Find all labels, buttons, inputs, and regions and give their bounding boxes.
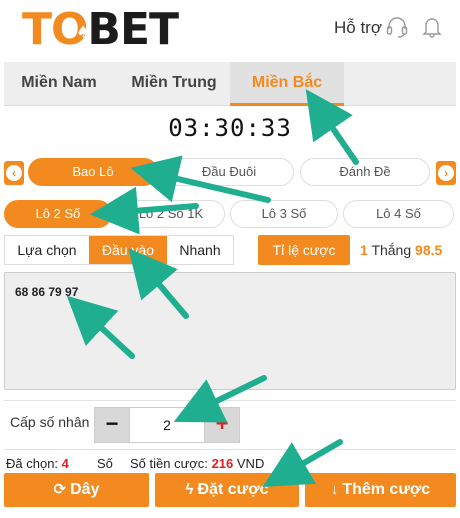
- tab-mien-nam[interactable]: Miền Nam: [4, 62, 114, 106]
- tab-mien-bac[interactable]: Miền Bắc: [230, 62, 344, 106]
- place-bet-button[interactable]: ϟ Đặt cược: [155, 473, 299, 507]
- scroll-left-button[interactable]: ‹: [4, 161, 24, 185]
- mode-nhanh[interactable]: Nhanh: [167, 236, 233, 264]
- bet-type-dau-duoi[interactable]: Đầu Đuôi: [164, 158, 294, 186]
- chosen-unit: Số: [97, 456, 113, 471]
- increase-button[interactable]: +: [205, 408, 239, 442]
- amount-summary: Số tiền cược: 216 VND: [130, 456, 264, 471]
- tobet-logo[interactable]: TOBET ♠: [22, 4, 179, 56]
- chosen-label: Đã chọn:: [6, 456, 59, 471]
- clear-button-label: Dây: [70, 481, 100, 498]
- rate-value-right: 98.5: [415, 242, 443, 258]
- multiplier-stepper: − +: [94, 407, 240, 443]
- scroll-right-button[interactable]: ›: [436, 161, 456, 185]
- rate-info: 1 Thắng 98.5: [360, 242, 442, 258]
- arrow-down-icon: ↓: [330, 481, 339, 498]
- rate-button[interactable]: Tỉ lệ cược: [258, 235, 350, 265]
- numbers-input-area[interactable]: 68 86 79 97: [4, 272, 456, 390]
- sub-type-lo-3-so[interactable]: Lô 3 Số: [230, 200, 338, 228]
- sub-type-lo-4-so[interactable]: Lô 4 Số: [343, 200, 454, 228]
- add-bet-button[interactable]: ↓ Thêm cược: [305, 473, 456, 507]
- rate-value-left: 1: [360, 242, 368, 258]
- mode-dau-vao[interactable]: Đầu vào: [89, 236, 167, 264]
- app-header: TOBET ♠ Hỗ trợ: [0, 0, 460, 62]
- divider: [4, 400, 456, 401]
- chosen-count: 4: [61, 456, 69, 471]
- bet-type-danh-de[interactable]: Đánh Đề: [300, 158, 430, 186]
- bolt-icon: ϟ: [185, 481, 194, 498]
- chevron-right-icon: ›: [438, 165, 454, 181]
- spade-icon: ♠: [76, 22, 90, 41]
- clear-button[interactable]: ⟳ Dây: [4, 473, 149, 507]
- chevron-left-icon: ‹: [6, 165, 22, 181]
- decrease-button[interactable]: −: [95, 408, 129, 442]
- bet-type-bao-lo[interactable]: Bao Lô: [28, 158, 158, 186]
- sub-type-lo-2-so-1k[interactable]: Lô 2 Số 1K: [117, 200, 225, 228]
- mode-lua-chon[interactable]: Lựa chọn: [5, 236, 89, 264]
- tab-mien-trung[interactable]: Miền Trung: [118, 62, 230, 106]
- countdown-timer: 03:30:33: [168, 114, 292, 142]
- support-label[interactable]: Hỗ trợ: [334, 18, 382, 38]
- region-tabs: Miền Nam Miền Trung Miền Bắc: [4, 62, 456, 106]
- chosen-summary: Đã chọn: 4: [6, 456, 69, 471]
- amount-label: Số tiền cược:: [130, 456, 208, 471]
- sub-type-lo-2-so[interactable]: Lô 2 Số: [4, 200, 112, 228]
- rate-middle: Thắng: [371, 242, 412, 258]
- divider: [4, 449, 456, 450]
- amount-unit: VND: [236, 456, 265, 471]
- refresh-icon: ⟳: [53, 481, 67, 498]
- multiplier-label: Cấp số nhân: [10, 414, 90, 430]
- bell-icon[interactable]: [422, 16, 442, 38]
- multiplier-input[interactable]: [129, 408, 205, 442]
- amount-value: 216: [211, 456, 234, 471]
- headset-icon[interactable]: [386, 16, 408, 40]
- input-mode-group: Lựa chọn Đầu vào Nhanh: [4, 235, 234, 265]
- add-bet-label: Thêm cược: [342, 481, 431, 498]
- place-bet-label: Đặt cược: [197, 481, 269, 498]
